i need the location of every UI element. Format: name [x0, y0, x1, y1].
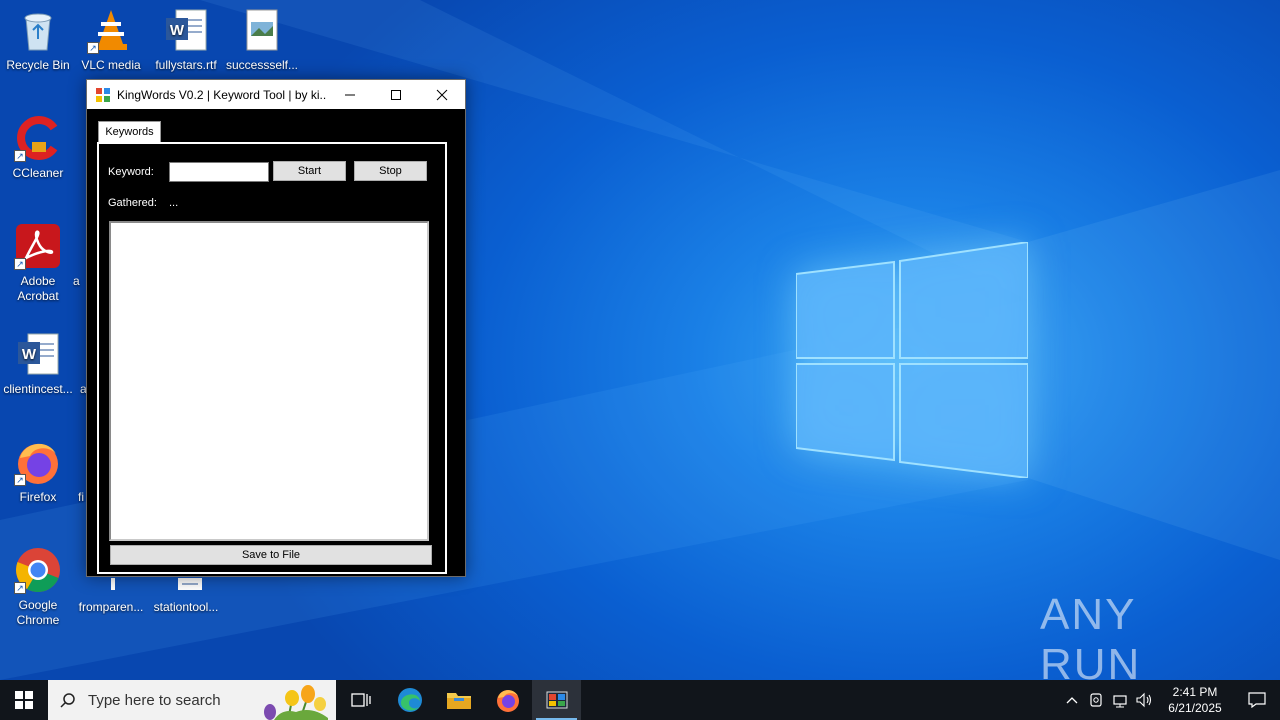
desktop-icon-successself[interactable]: successself... [224, 6, 300, 73]
minimize-button[interactable] [327, 80, 373, 109]
title-bar[interactable]: KingWords V0.2 | Keyword Tool | by ki... [87, 80, 465, 109]
taskbar-search[interactable]: Type here to search [48, 680, 336, 720]
gathered-label: Gathered: [108, 197, 157, 209]
ccleaner-icon: ↗ [14, 114, 62, 162]
file-explorer-icon [446, 693, 471, 709]
desktop-icon-ccleaner[interactable]: ↗ CCleaner [0, 114, 76, 181]
task-view-button[interactable] [336, 680, 385, 720]
start-button[interactable] [0, 680, 48, 720]
watermark-text: ANY RUN [1040, 590, 1142, 689]
tab-keywords[interactable]: Keywords [98, 121, 161, 143]
maximize-button[interactable] [373, 80, 419, 109]
notification-icon [1248, 692, 1266, 708]
desktop-icon-clientincest[interactable]: W clientincest... [0, 330, 76, 397]
desktop-icon-chrome[interactable]: ↗ Google Chrome [0, 546, 76, 628]
kingwords-window: KingWords V0.2 | Keyword Tool | by ki...… [86, 79, 466, 577]
gathered-count: ... [169, 197, 179, 209]
acrobat-icon: ↗ [14, 222, 62, 270]
desktop-icon-fullystars[interactable]: W fullystars.rtf [148, 6, 224, 73]
svg-text:W: W [170, 22, 185, 39]
save-to-file-button[interactable]: Save to File [110, 545, 432, 565]
taskbar-clock[interactable]: 2:41 PM 6/21/2025 [1156, 684, 1234, 716]
desktop-icon-acrobat[interactable]: ↗ Adobe Acrobat [0, 222, 76, 304]
edge-icon [397, 688, 422, 712]
tray-network-button[interactable] [1108, 680, 1132, 720]
device-icon [1090, 693, 1102, 707]
keywords-panel: Keyword: Start Stop Gathered: ... Save t… [97, 142, 447, 574]
windows-logo [796, 242, 1028, 478]
kingwords-app-icon [546, 691, 567, 709]
tray-volume-button[interactable] [1132, 680, 1156, 720]
desktop-icon-fromparen[interactable]: fromparen... [73, 578, 149, 615]
search-placeholder: Type here to search [88, 691, 221, 709]
taskbar-kingwords[interactable] [532, 680, 581, 720]
file-icon [87, 578, 135, 590]
maximize-icon [391, 89, 401, 100]
windows-start-icon [15, 691, 33, 709]
close-icon [436, 89, 448, 100]
network-icon [1113, 695, 1127, 708]
keywords-listbox[interactable] [109, 221, 429, 541]
firefox-icon [496, 690, 519, 712]
desktop-icon-firefox[interactable]: ↗ Firefox [0, 438, 76, 505]
vlc-icon: ↗ [87, 6, 135, 54]
close-button[interactable] [419, 80, 465, 109]
chrome-icon: ↗ [14, 546, 62, 594]
desktop-icon-partial-1[interactable]: a [73, 274, 85, 289]
system-tray: 2:41 PM 6/21/2025 [1060, 680, 1280, 720]
taskbar-edge[interactable] [385, 680, 434, 720]
taskbar-file-explorer[interactable] [434, 680, 483, 720]
minimize-icon [345, 94, 355, 95]
search-highlight-flowers-icon [264, 685, 328, 720]
app-icon [95, 87, 111, 103]
tray-device-button[interactable] [1084, 680, 1108, 720]
clock-time: 2:41 PM [1172, 685, 1218, 699]
start-button[interactable]: Start [273, 161, 346, 181]
word-doc-icon [162, 578, 210, 590]
desktop-icon-recycle-bin[interactable]: Recycle Bin [0, 6, 76, 73]
word-doc-icon: W [14, 330, 62, 378]
recycle-bin-icon [14, 6, 62, 54]
clock-date: 6/21/2025 [1168, 701, 1222, 715]
notification-center-button[interactable] [1234, 680, 1280, 720]
keyword-input[interactable] [169, 162, 269, 182]
anyrun-watermark: ANY RUN [1040, 590, 1240, 689]
taskbar-firefox[interactable] [483, 680, 532, 720]
word-doc-icon: W [162, 6, 210, 54]
search-icon [48, 692, 88, 708]
firefox-icon: ↗ [14, 438, 62, 486]
volume-icon [1136, 692, 1152, 708]
stop-button[interactable]: Stop [354, 161, 427, 181]
chevron-up-icon [1066, 697, 1078, 704]
desktop-icon-vlc[interactable]: ↗ VLC media [73, 6, 149, 73]
task-view-icon [350, 693, 371, 707]
svg-text:W: W [22, 346, 37, 363]
image-file-icon [238, 6, 286, 54]
desktop-icon-stationtool[interactable]: stationtool... [148, 578, 224, 615]
window-title: KingWords V0.2 | Keyword Tool | by ki... [117, 87, 327, 102]
taskbar: Type here to search 2:41 PM 6/21/2025 [0, 680, 1280, 720]
keyword-label: Keyword: [108, 166, 154, 178]
show-hidden-icons-button[interactable] [1060, 680, 1084, 720]
